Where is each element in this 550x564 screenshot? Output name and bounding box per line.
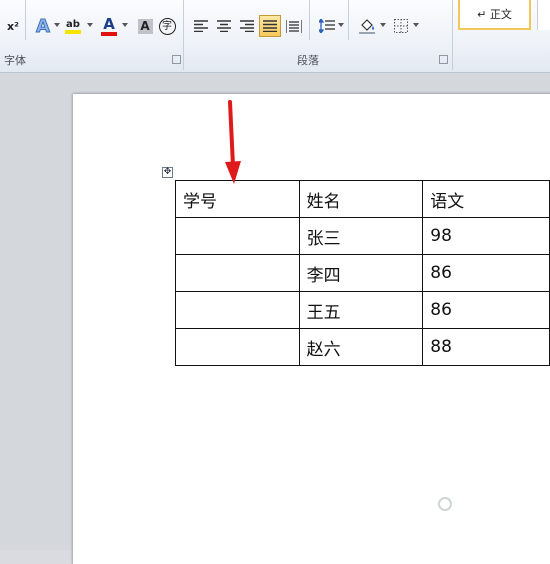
font-color-bar	[101, 31, 117, 36]
font-dialog-launcher-icon[interactable]	[172, 55, 181, 64]
table-cell[interactable]: 语文	[422, 180, 550, 218]
font-color-button[interactable]: A	[98, 15, 120, 37]
text-effects-dropdown-icon[interactable]	[54, 23, 60, 27]
table-move-handle-icon[interactable]: ✥	[162, 167, 173, 178]
table-cell[interactable]	[175, 217, 300, 255]
table-cell[interactable]	[175, 328, 300, 366]
divider	[452, 0, 453, 70]
table-cell[interactable]: 98	[422, 217, 550, 255]
table-cell[interactable]: 姓名	[298, 180, 424, 218]
divider	[183, 0, 184, 70]
text-effects-button[interactable]: A	[32, 15, 54, 37]
table-cell[interactable]	[175, 291, 300, 329]
highlight-color-bar	[65, 29, 81, 34]
shading-dropdown-icon[interactable]	[380, 23, 386, 27]
borders-dropdown-icon[interactable]	[413, 23, 419, 27]
highlight-button[interactable]: ab	[62, 15, 84, 37]
table-cell[interactable]: 86	[422, 254, 550, 292]
paint-bucket-icon	[359, 19, 375, 34]
superscript-label: x²	[7, 19, 19, 33]
justify-icon	[263, 20, 277, 32]
table-row: 李四 86	[175, 254, 550, 292]
table-cell[interactable]: 王五	[298, 291, 424, 329]
align-left-icon	[194, 20, 208, 32]
font-color-icon: A	[103, 14, 115, 33]
paragraph-dialog-launcher-icon[interactable]	[439, 55, 448, 64]
char-shading-button[interactable]: A	[134, 15, 156, 37]
font-color-dropdown-icon[interactable]	[122, 23, 128, 27]
table-cell[interactable]: 赵六	[298, 328, 424, 366]
distributed-icon	[286, 19, 302, 33]
watermark-icon	[438, 497, 452, 511]
divider	[309, 0, 310, 40]
align-left-button[interactable]	[190, 15, 212, 37]
annotation-arrow-icon	[225, 100, 241, 184]
borders-button[interactable]	[390, 15, 412, 37]
highlight-icon: ab	[66, 18, 80, 30]
table-row: 赵六 88	[175, 328, 550, 366]
align-right-icon	[240, 20, 254, 32]
line-spacing-dropdown-icon[interactable]	[338, 23, 344, 27]
font-group-label: 字体	[4, 54, 26, 67]
divider	[25, 0, 26, 40]
enclosed-char-icon: 字	[158, 17, 176, 35]
align-center-button[interactable]	[213, 15, 235, 37]
paragraph-group-label: 段落	[297, 54, 319, 67]
ribbon: x² A ab A A 字 字体 段落 ↵ 正文	[0, 0, 550, 73]
divider	[348, 0, 349, 40]
line-spacing-button[interactable]	[316, 15, 338, 37]
distributed-button[interactable]	[283, 15, 305, 37]
data-table[interactable]: 学号 姓名 语文 张三 98 李四 86 王五 86 赵六 88	[175, 180, 550, 366]
align-center-icon	[217, 20, 231, 32]
justify-button[interactable]	[259, 15, 281, 37]
table-cell[interactable]: 张三	[298, 217, 424, 255]
superscript-button[interactable]: x²	[2, 15, 24, 37]
style-normal-label: ↵ 正文	[477, 8, 512, 21]
table-row: 王五 86	[175, 291, 550, 329]
table-cell[interactable]	[175, 254, 300, 292]
style-next[interactable]	[537, 0, 550, 30]
borders-icon	[394, 19, 408, 33]
align-right-button[interactable]	[236, 15, 258, 37]
shading-button[interactable]	[356, 15, 378, 37]
line-spacing-icon	[319, 19, 335, 33]
table-row: 张三 98	[175, 217, 550, 255]
table-cell[interactable]: 李四	[298, 254, 424, 292]
enclosed-char-button[interactable]: 字	[156, 15, 178, 37]
style-normal[interactable]: ↵ 正文	[458, 0, 531, 30]
table-cell[interactable]: 88	[422, 328, 550, 366]
text-effects-icon: A	[36, 15, 51, 37]
table-cell[interactable]: 86	[422, 291, 550, 329]
char-shading-icon: A	[137, 18, 153, 34]
highlight-dropdown-icon[interactable]	[87, 23, 93, 27]
